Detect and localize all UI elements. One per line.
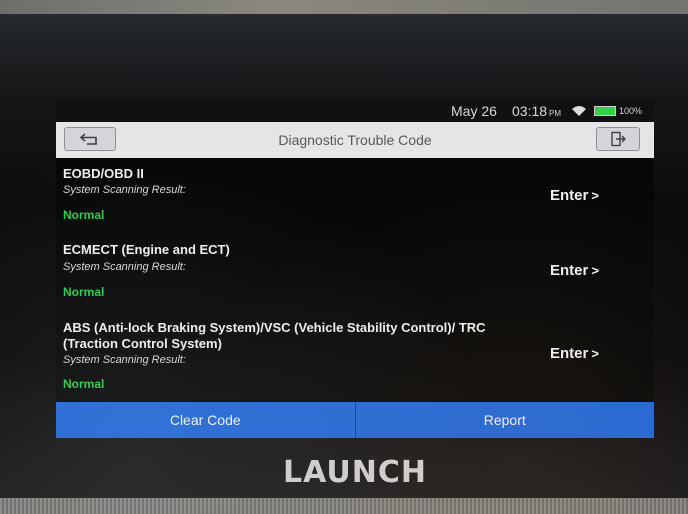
scan-result-label: System Scanning Result: — [63, 354, 186, 366]
battery-percent: 100% — [619, 106, 643, 116]
system-row-ecmect[interactable]: ECMECT (Engine and ECT) System Scanning … — [56, 242, 654, 308]
back-button[interactable] — [64, 127, 116, 151]
background-surface — [0, 498, 688, 514]
status-ampm: PM — [549, 109, 562, 118]
enter-button[interactable]: Enter > — [550, 345, 599, 362]
scan-status: Normal — [63, 377, 105, 391]
enter-button[interactable]: Enter > — [550, 262, 599, 279]
clear-code-button[interactable]: Clear Code — [56, 402, 355, 438]
title-bar: Diagnostic Trouble Code — [56, 122, 654, 158]
status-time: 03:18 PM — [512, 103, 561, 119]
system-row-eobd[interactable]: EOBD/OBD II System Scanning Result: Norm… — [56, 166, 654, 232]
scan-status: Normal — [63, 285, 105, 299]
status-time-value: 03:18 — [512, 103, 548, 119]
exit-icon — [611, 131, 626, 147]
back-arrow-icon — [79, 133, 97, 145]
system-row-abs[interactable]: ABS (Anti-lock Braking System)/VSC (Vehi… — [56, 320, 654, 400]
report-button[interactable]: Report — [356, 402, 655, 438]
chevron-right-icon: > — [591, 188, 599, 203]
system-name: ECMECT (Engine and ECT) — [63, 242, 230, 257]
system-name: EOBD/OBD II — [63, 166, 144, 181]
wifi-icon — [572, 106, 586, 116]
battery-icon — [594, 106, 616, 116]
page-title: Diagnostic Trouble Code — [278, 132, 432, 148]
status-date: May 26 — [451, 103, 497, 119]
scan-result-label: System Scanning Result: — [63, 261, 186, 273]
battery-fill — [595, 107, 615, 115]
bottom-action-bar: Clear Code Report — [56, 402, 654, 438]
enter-label: Enter — [550, 345, 589, 362]
system-list: EOBD/OBD II System Scanning Result: Norm… — [56, 158, 654, 400]
chevron-right-icon: > — [591, 346, 599, 361]
exit-button[interactable] — [596, 127, 640, 151]
chevron-right-icon: > — [591, 263, 599, 278]
scan-status: Normal — [63, 208, 105, 222]
device-screen: May 26 03:18 PM 100% Diagnostic Trouble C… — [56, 100, 654, 438]
status-bar: May 26 03:18 PM 100% — [56, 100, 654, 122]
system-name: ABS (Anti-lock Braking System)/VSC (Vehi… — [63, 320, 486, 351]
enter-button[interactable]: Enter > — [550, 187, 599, 204]
brand-logo: LAUNCH — [283, 455, 428, 490]
enter-label: Enter — [550, 187, 589, 204]
enter-label: Enter — [550, 262, 589, 279]
background-wall — [0, 0, 688, 14]
scan-result-label: System Scanning Result: — [63, 184, 186, 196]
